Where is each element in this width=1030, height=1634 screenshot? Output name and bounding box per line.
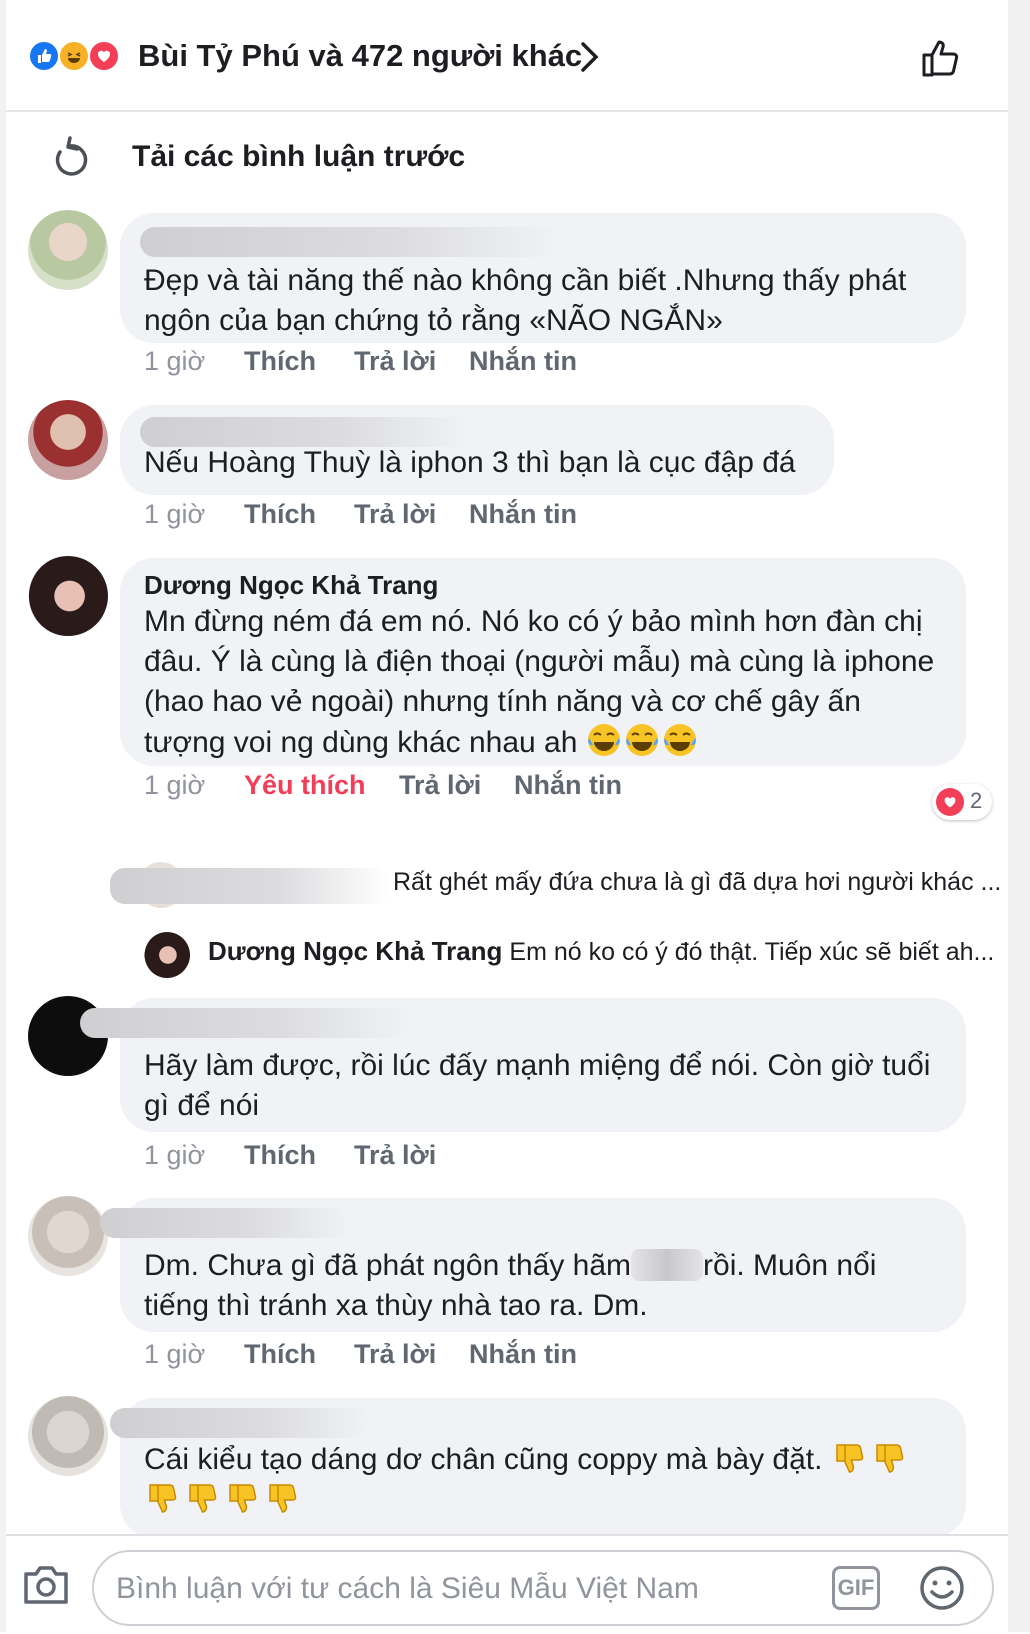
avatar[interactable] [144,932,190,978]
comment-bubble: Nếu Hoàng Thuỳ là iphon 3 thì bạn là cục… [120,405,834,495]
avatar[interactable] [28,1396,108,1476]
comment-text: Hãy làm được, rồi lúc đấy mạnh miệng để … [144,1049,931,1122]
reply-text[interactable]: Rất ghét mấy đứa chưa là gì đã dựa hơi n… [393,868,1001,897]
comment-time: 1 giờ [144,770,206,800]
avatar[interactable] [28,210,108,290]
emoji-smile-icon[interactable] [918,1564,966,1612]
reply-row[interactable]: Dương Ngọc Khả Trang Em nó ko có ý đó th… [208,936,998,967]
message-action[interactable]: Nhắn tin [469,346,577,377]
comment-time: 1 giờ [144,1140,206,1170]
chevron-right-icon[interactable] [577,40,603,74]
comment-text: Cái kiểu tạo dáng dơ chân cũng coppy mà … [144,1440,942,1480]
comment-input-placeholder: Bình luận với tư cách là Siêu Mẫu Việt N… [116,1572,699,1605]
thumbs-down-icon [831,1443,911,1476]
avatar[interactable] [28,1196,108,1276]
comment-bubble: Hãy làm được, rồi lúc đấy mạnh miệng để … [80,998,966,1132]
gif-button[interactable]: GIF [832,1566,880,1610]
reply-action[interactable]: Trả lời [354,1140,436,1171]
reply-author[interactable]: Dương Ngọc Khả Trang [208,936,502,966]
comment-text: Đẹp và tài năng thế nào không cần biết .… [144,264,907,337]
comment-text: Dm. Chưa gì đã phát ngôn thấy hãm rồi. Mu… [144,1249,877,1322]
thumbs-down-icon [229,1484,257,1513]
comment-bubble: Dm. Chưa gì đã phát ngôn thấy hãm rồi. Mu… [100,1198,966,1332]
message-action[interactable]: Nhắn tin [514,770,622,801]
comment-input[interactable]: Bình luận với tư cách là Siêu Mẫu Việt N… [92,1550,994,1626]
comments-screen: Bùi Tỷ Phú và 472 người khác Tải các bìn… [0,0,1030,1634]
reply-action[interactable]: Trả lời [354,346,436,377]
blurred-author-name [110,1408,370,1438]
reload-icon [55,136,88,176]
blurred-author-name [140,227,560,257]
haha-icon [58,40,90,72]
like-action[interactable]: Thích [244,499,316,530]
reply-action[interactable]: Trả lời [354,499,436,530]
love-action[interactable]: Yêu thích [244,770,366,801]
reply-text: Em nó ko có ý đó thật. Tiếp xúc sẽ biết … [509,938,995,966]
comment-author[interactable]: Dương Ngọc Khả Trang [144,568,942,602]
thumbs-down-icon [269,1484,297,1513]
load-previous-label: Tải các bình luận trước [132,140,466,173]
right-edge [1008,0,1030,1632]
tears-of-joy-icon [586,724,700,759]
reactions-title[interactable]: Bùi Tỷ Phú và 472 người khác [138,38,582,74]
thumbs-down-row [144,1480,942,1520]
message-action[interactable]: Nhắn tin [469,499,577,530]
avatar[interactable] [28,400,108,480]
blurred-author-name [100,1208,350,1238]
camera-icon[interactable] [20,1560,72,1608]
reaction-count: 2 [970,788,983,813]
message-action[interactable]: Nhắn tin [469,1339,577,1370]
comment-composer: Bình luận với tư cách là Siêu Mẫu Việt N… [6,1534,1008,1634]
avatar[interactable] [28,556,108,636]
comment-time: 1 giờ [144,346,206,376]
load-previous-comments[interactable]: Tải các bình luận trước [50,136,550,184]
like-action[interactable]: Thích [244,1140,316,1171]
thumbs-down-icon [149,1484,177,1513]
comment-text: Mn đừng ném đá em nó. Nó ko có ý bảo mìn… [144,605,935,759]
comment-text: Nếu Hoàng Thuỳ là iphon 3 thì bạn là cục… [144,446,796,479]
reaction-count-badge[interactable]: 2 [932,784,992,820]
reactions-header: Bùi Tỷ Phú và 472 người khác [6,0,1008,112]
left-edge [0,0,6,1632]
blurred-author-name [110,868,390,904]
like-action[interactable]: Thích [244,346,316,377]
comment-time: 1 giờ [144,499,206,529]
comment-bubble: Cái kiểu tạo dáng dơ chân cũng coppy mà … [110,1398,966,1538]
love-icon [88,40,120,72]
thumbs-down-icon [189,1484,217,1513]
comment-time: 1 giờ [144,1339,206,1369]
reaction-summary[interactable] [28,40,128,74]
reply-action[interactable]: Trả lời [354,1339,436,1370]
blurred-author-name [80,1008,410,1038]
like-icon [28,40,60,72]
love-icon [936,788,964,816]
reply-action[interactable]: Trả lời [399,770,481,801]
like-action[interactable]: Thích [244,1339,316,1370]
comment-bubble: Dương Ngọc Khả Trang Mn đừng ném đá em n… [120,558,966,766]
comment-bubble: Đẹp và tài năng thế nào không cần biết .… [120,213,966,343]
censored-word [631,1249,704,1281]
like-button-icon[interactable] [920,36,964,80]
blurred-author-name [140,417,470,447]
